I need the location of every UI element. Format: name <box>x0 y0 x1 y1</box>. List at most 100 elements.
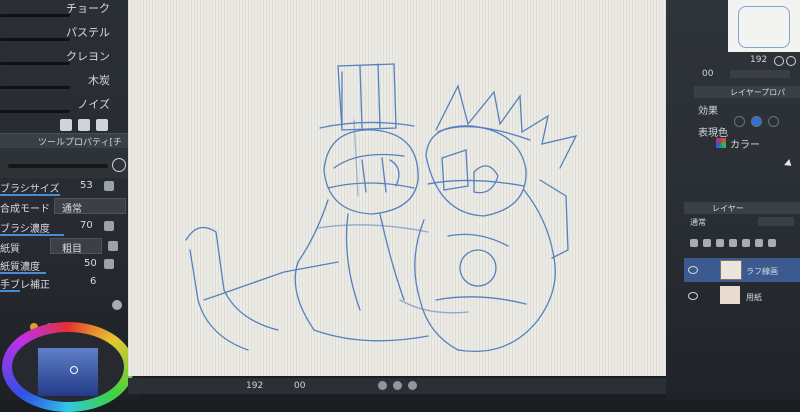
navigator-bar: 192 <box>728 54 800 68</box>
ruler-icon[interactable] <box>742 239 750 247</box>
prop-label: ブラシ濃度 <box>0 224 50 235</box>
stabilization-slider[interactable] <box>0 290 20 292</box>
status-icons <box>378 381 423 393</box>
gear-icon[interactable] <box>768 239 776 247</box>
prop-value: 粗目 <box>62 244 82 255</box>
prop-label: 手ブレ補正 <box>0 280 50 291</box>
rotate-right-icon[interactable] <box>393 381 402 390</box>
brush-item-label: 木炭 <box>88 74 110 87</box>
layer-row-rough-sketch[interactable]: ラフ線画 <box>684 258 800 282</box>
trash-icon[interactable] <box>108 241 118 251</box>
effect-icons <box>734 112 785 131</box>
left-panel: チョーク パステル クレヨン 木炭 ノイズ ツールプロパティ[チ ブラシサイズ … <box>0 0 140 412</box>
prop-texture-density[interactable]: 紙質濃度 50 <box>0 256 140 274</box>
brush-tools <box>60 116 130 131</box>
drawing-canvas[interactable] <box>128 0 666 376</box>
size-slider[interactable] <box>0 194 60 196</box>
prop-value[interactable]: 50 <box>84 258 97 269</box>
eye-icon[interactable] <box>688 266 698 274</box>
prop-brush-density[interactable]: ブラシ濃度 70 <box>0 218 140 236</box>
brush-item-label: チョーク <box>66 2 110 15</box>
layer-panel-title: レイヤー <box>712 204 744 213</box>
density-slider[interactable] <box>0 234 64 236</box>
color-saturation-square[interactable] <box>38 348 98 396</box>
texture-density-icon[interactable] <box>104 259 114 269</box>
copy-brush-icon[interactable] <box>78 119 90 131</box>
effect-tone-icon[interactable] <box>751 116 762 127</box>
brush-stroke-preview <box>0 62 71 65</box>
prop-label: 紙質 <box>0 244 20 255</box>
navigator-preview[interactable] <box>728 0 800 52</box>
layer-opacity-field[interactable] <box>758 217 794 226</box>
brush-item-crayon[interactable]: クレヨン <box>0 48 140 72</box>
mouse-cursor-icon <box>784 159 794 169</box>
layer-property-title: レイヤープロパ <box>730 88 786 97</box>
prop-blend-mode[interactable]: 合成モード 通常 <box>0 198 140 216</box>
reference-icon[interactable] <box>716 239 724 247</box>
tool-property-title: ツールプロパティ[チ <box>38 138 122 148</box>
left-tools <box>112 295 126 314</box>
layer-panel-header[interactable]: レイヤー <box>684 202 800 214</box>
prop-label: 合成モード <box>0 204 50 215</box>
navigator-zoom[interactable]: 192 <box>750 55 767 65</box>
brush-item-pastel[interactable]: パステル <box>0 24 140 48</box>
color-picker-handle[interactable] <box>70 366 78 374</box>
layer-row-paper[interactable]: 用紙 <box>684 284 800 308</box>
zoom-value[interactable]: 192 <box>246 381 263 391</box>
zoom-out-icon[interactable] <box>786 56 796 66</box>
prop-value[interactable]: 53 <box>80 180 93 191</box>
layer-thumbnail <box>720 260 742 280</box>
display-color-value[interactable]: カラー <box>730 136 760 151</box>
flip-icon[interactable] <box>408 381 417 390</box>
layer-property-header[interactable]: レイヤープロパ <box>694 86 800 98</box>
layer-thumbnail <box>720 286 740 304</box>
brush-settings-icon[interactable] <box>112 158 126 172</box>
lock-icon[interactable] <box>690 239 698 247</box>
display-color-icon <box>716 138 726 148</box>
canvas-status-bar: 192 00 <box>128 378 666 394</box>
prop-value[interactable]: 70 <box>80 220 93 231</box>
tool-property-preview <box>0 148 140 178</box>
density-icon[interactable] <box>104 221 114 231</box>
brush-item-chalk[interactable]: チョーク <box>0 0 140 24</box>
layer-name: ラフ線画 <box>746 267 778 276</box>
effect-border-icon[interactable] <box>734 116 745 127</box>
prop-label: ブラシサイズ <box>0 184 60 195</box>
delete-brush-icon[interactable] <box>96 119 108 131</box>
brush-item-charcoal[interactable]: 木炭 <box>0 72 140 96</box>
prop-stabilization[interactable]: 手ブレ補正 6 <box>0 274 140 292</box>
eye-icon[interactable] <box>688 292 698 300</box>
rotation-slider[interactable] <box>730 70 790 78</box>
brush-item-label: ノイズ <box>77 98 110 111</box>
brush-stroke-preview <box>0 14 71 17</box>
zoom-in-icon[interactable] <box>774 56 784 66</box>
layer-blend-mode[interactable]: 通常 <box>690 217 706 228</box>
navigator-thumbnail <box>738 6 790 48</box>
prop-label: 紙質濃度 <box>0 262 40 273</box>
brush-item-label: パステル <box>66 26 110 39</box>
layer-tools <box>690 232 781 251</box>
pressure-icon[interactable] <box>104 181 114 191</box>
palette-icon[interactable] <box>755 239 763 247</box>
navigator-rotation-row: 00 <box>694 68 800 82</box>
new-brush-icon[interactable] <box>60 119 72 131</box>
brush-preview-stroke <box>8 164 108 168</box>
tool-property-header[interactable]: ツールプロパティ[チ <box>0 133 140 148</box>
navigator-rotation[interactable]: 00 <box>702 69 713 79</box>
prop-value: 通常 <box>62 204 82 215</box>
brush-item-label: クレヨン <box>66 50 110 63</box>
prop-paper-texture[interactable]: 紙質 粗目 <box>0 238 140 256</box>
prop-value[interactable]: 6 <box>90 276 96 287</box>
angle-value[interactable]: 00 <box>294 381 305 391</box>
brush-stroke-preview <box>0 110 71 113</box>
rough-sketch <box>185 63 578 353</box>
gear-icon[interactable] <box>112 300 122 310</box>
clip-icon[interactable] <box>703 239 711 247</box>
brush-stroke-preview <box>0 38 71 41</box>
prop-brush-size[interactable]: ブラシサイズ 53 <box>0 178 140 196</box>
mask-icon[interactable] <box>729 239 737 247</box>
layer-name: 用紙 <box>746 293 762 302</box>
rotate-left-icon[interactable] <box>378 381 387 390</box>
right-panel: 192 00 レイヤープロパ 効果 表現色 カラー レイヤー 通常 ラフ線画 用… <box>666 0 800 400</box>
effect-color-icon[interactable] <box>768 116 779 127</box>
